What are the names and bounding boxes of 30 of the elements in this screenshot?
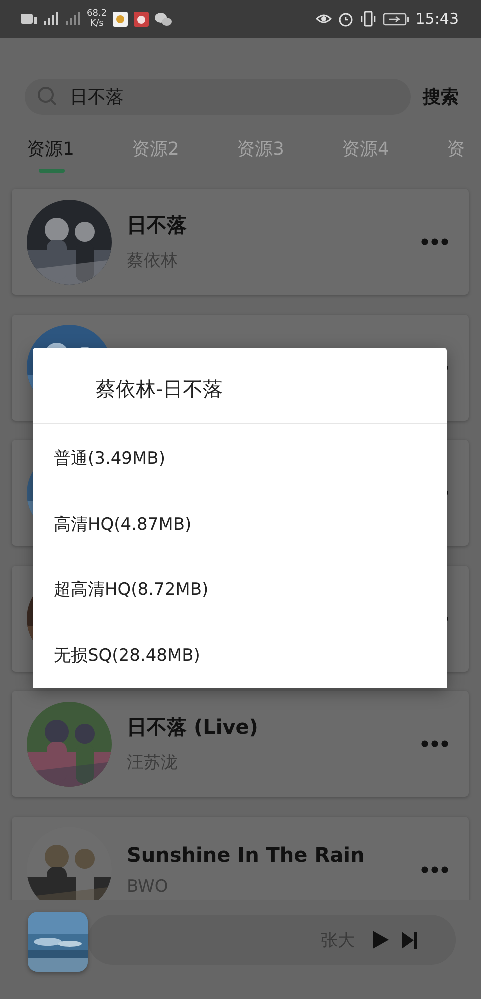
battery-icon	[382, 12, 410, 26]
network-speed: 68.2	[87, 9, 108, 19]
quality-option[interactable]: 普通(3.49MB)	[33, 426, 447, 492]
search-button[interactable]: 搜索	[423, 85, 459, 109]
tab[interactable]: 资源4	[342, 127, 447, 177]
tab[interactable]: 资源1	[27, 127, 132, 177]
hd-icon	[21, 12, 37, 26]
signal-icon	[65, 12, 81, 26]
quality-option[interactable]: 超高清HQ(8.72MB)	[33, 557, 447, 622]
clock-time: 15:43	[416, 10, 459, 28]
song-title: 日不落 (Live)	[127, 714, 260, 742]
chat-icon	[155, 12, 172, 26]
vibrate-icon	[360, 11, 377, 27]
next-button[interactable]	[401, 930, 418, 950]
quality-option[interactable]: 无损SQ(28.48MB)	[33, 622, 447, 688]
dialog-title: 蔡依林-日不落	[33, 348, 447, 424]
tab[interactable]: 资源2	[132, 127, 237, 177]
tab[interactable]: 资源3	[237, 127, 342, 177]
signal-icon	[43, 12, 59, 26]
app-icon	[113, 12, 128, 26]
search-field[interactable]: 日不落	[25, 79, 411, 115]
quality-option[interactable]: 高清HQ(4.87MB)	[33, 492, 447, 557]
alarm-icon	[338, 11, 354, 27]
app-icon	[134, 12, 150, 26]
search-icon	[37, 86, 58, 107]
song-title: Sunshine In The Rain	[127, 842, 366, 867]
play-button[interactable]	[371, 930, 389, 950]
song-title: 日不落	[127, 212, 188, 239]
tab[interactable]: 资	[447, 127, 481, 177]
speed-unit: K/s	[90, 19, 104, 29]
